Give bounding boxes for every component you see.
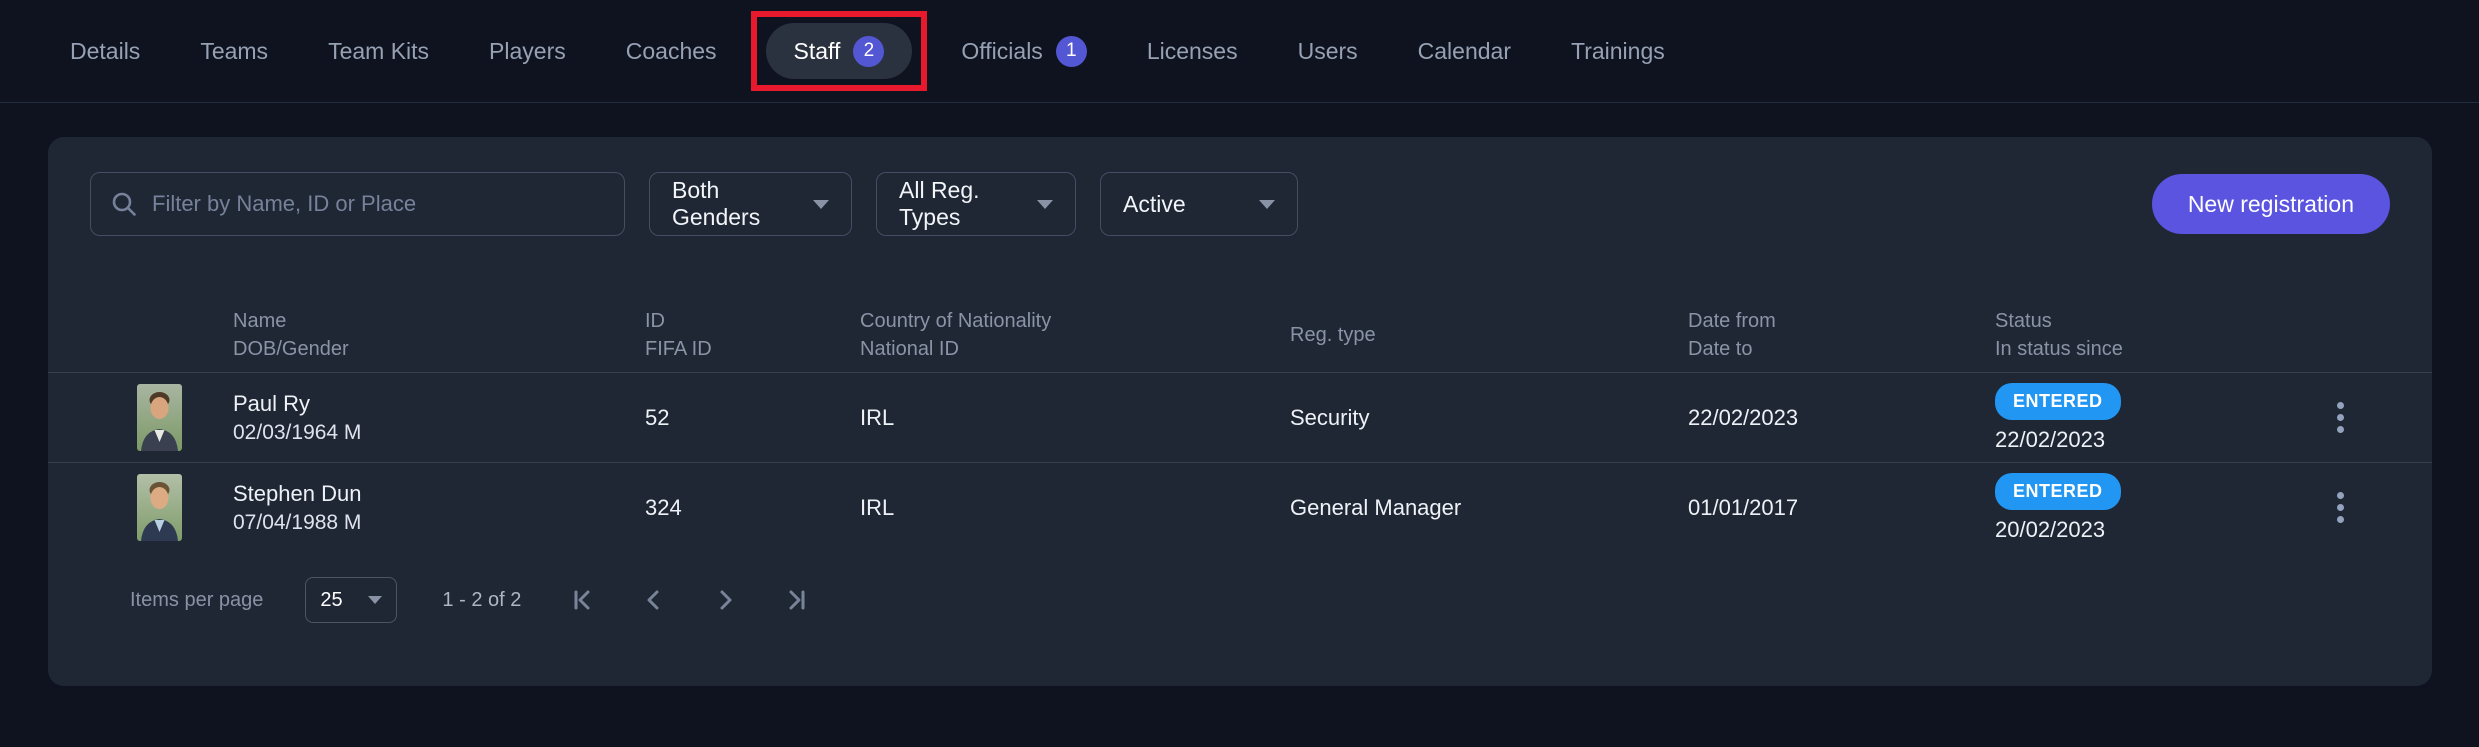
header-country: Country of Nationality National ID <box>860 307 1290 363</box>
last-page-icon[interactable] <box>782 586 810 614</box>
pagination-bar: Items per page 25 1 - 2 of 2 <box>48 577 2432 623</box>
items-per-page-value: 25 <box>320 589 342 612</box>
tab-calendar[interactable]: Calendar <box>1418 38 1511 65</box>
status-filter-value: Active <box>1123 191 1186 218</box>
id-cell: 52 <box>645 405 860 431</box>
photo-cell <box>90 384 233 451</box>
status-badge: ENTERED <box>1995 383 2121 420</box>
staff-list-card: Both Genders All Reg. Types Active New r… <box>48 137 2432 686</box>
chevron-down-icon <box>1037 200 1053 209</box>
red-annotation-box: Staff 2 <box>751 11 928 91</box>
name-cell: Paul Ry 02/03/1964 M <box>233 391 645 445</box>
status-cell: ENTERED 22/02/2023 <box>1995 383 2290 453</box>
tab-teams[interactable]: Teams <box>200 38 268 65</box>
table-header-row: Name DOB/Gender ID FIFA ID Country of Na… <box>48 298 2432 372</box>
country-cell: IRL <box>860 405 1290 431</box>
table-row[interactable]: Stephen Dun 07/04/1988 M 324 IRL General… <box>48 462 2432 552</box>
status-cell: ENTERED 20/02/2023 <box>1995 473 2290 543</box>
tab-officials[interactable]: Officials 1 <box>961 36 1086 67</box>
tab-officials-label: Officials <box>961 38 1042 65</box>
name-cell: Stephen Dun 07/04/1988 M <box>233 481 645 535</box>
search-filter <box>90 172 625 236</box>
search-input[interactable] <box>152 191 604 217</box>
staff-photo <box>137 474 182 541</box>
header-id: ID FIFA ID <box>645 307 860 363</box>
header-name: Name DOB/Gender <box>233 307 645 363</box>
tab-team-kits[interactable]: Team Kits <box>328 38 429 65</box>
new-registration-button[interactable]: New registration <box>2152 174 2390 234</box>
officials-count-badge: 1 <box>1056 36 1087 67</box>
next-page-icon[interactable] <box>711 586 739 614</box>
row-actions-menu-icon[interactable] <box>2329 394 2352 441</box>
staff-name: Stephen Dun <box>233 481 645 507</box>
header-reg-type: Reg. type <box>1290 321 1688 349</box>
country-cell: IRL <box>860 495 1290 521</box>
search-icon <box>111 191 137 217</box>
reg-type-cell: Security <box>1290 405 1688 431</box>
status-badge: ENTERED <box>1995 473 2121 510</box>
header-dates: Date from Date to <box>1688 307 1995 363</box>
staff-dob-gender: 07/04/1988 M <box>233 511 645 535</box>
chevron-down-icon <box>813 200 829 209</box>
reg-type-filter-dropdown[interactable]: All Reg. Types <box>876 172 1076 236</box>
tab-staff-label: Staff <box>794 38 841 65</box>
staff-count-badge: 2 <box>853 36 884 67</box>
tab-licenses[interactable]: Licenses <box>1147 38 1238 65</box>
photo-cell <box>90 474 233 541</box>
row-actions-menu-icon[interactable] <box>2329 484 2352 531</box>
pager-controls <box>569 586 810 614</box>
tab-staff[interactable]: Staff 2 <box>766 23 913 79</box>
gender-filter-dropdown[interactable]: Both Genders <box>649 172 852 236</box>
pagination-range: 1 - 2 of 2 <box>442 589 521 612</box>
in-status-since: 22/02/2023 <box>1995 427 2290 453</box>
staff-photo <box>137 384 182 451</box>
tab-trainings[interactable]: Trainings <box>1571 38 1665 65</box>
top-navigation: Details Teams Team Kits Players Coaches … <box>0 0 2479 103</box>
table-row[interactable]: Paul Ry 02/03/1964 M 52 IRL Security 22/… <box>48 372 2432 462</box>
previous-page-icon[interactable] <box>640 586 668 614</box>
id-cell: 324 <box>645 495 860 521</box>
status-filter-dropdown[interactable]: Active <box>1100 172 1298 236</box>
tab-players[interactable]: Players <box>489 38 566 65</box>
staff-dob-gender: 02/03/1964 M <box>233 421 645 445</box>
chevron-down-icon <box>368 596 382 604</box>
first-page-icon[interactable] <box>569 586 597 614</box>
staff-name: Paul Ry <box>233 391 645 417</box>
header-status: Status In status since <box>1995 307 2290 363</box>
tab-details[interactable]: Details <box>70 38 140 65</box>
date-from-cell: 22/02/2023 <box>1688 405 1995 431</box>
reg-type-cell: General Manager <box>1290 495 1688 521</box>
tab-users[interactable]: Users <box>1298 38 1358 65</box>
items-per-page-dropdown[interactable]: 25 <box>305 577 397 623</box>
filter-toolbar: Both Genders All Reg. Types Active New r… <box>48 172 2432 236</box>
in-status-since: 20/02/2023 <box>1995 517 2290 543</box>
tab-coaches[interactable]: Coaches <box>626 38 717 65</box>
chevron-down-icon <box>1259 200 1275 209</box>
date-from-cell: 01/01/2017 <box>1688 495 1995 521</box>
reg-type-filter-value: All Reg. Types <box>899 177 1021 231</box>
gender-filter-value: Both Genders <box>672 177 797 231</box>
items-per-page-label: Items per page <box>130 589 263 612</box>
